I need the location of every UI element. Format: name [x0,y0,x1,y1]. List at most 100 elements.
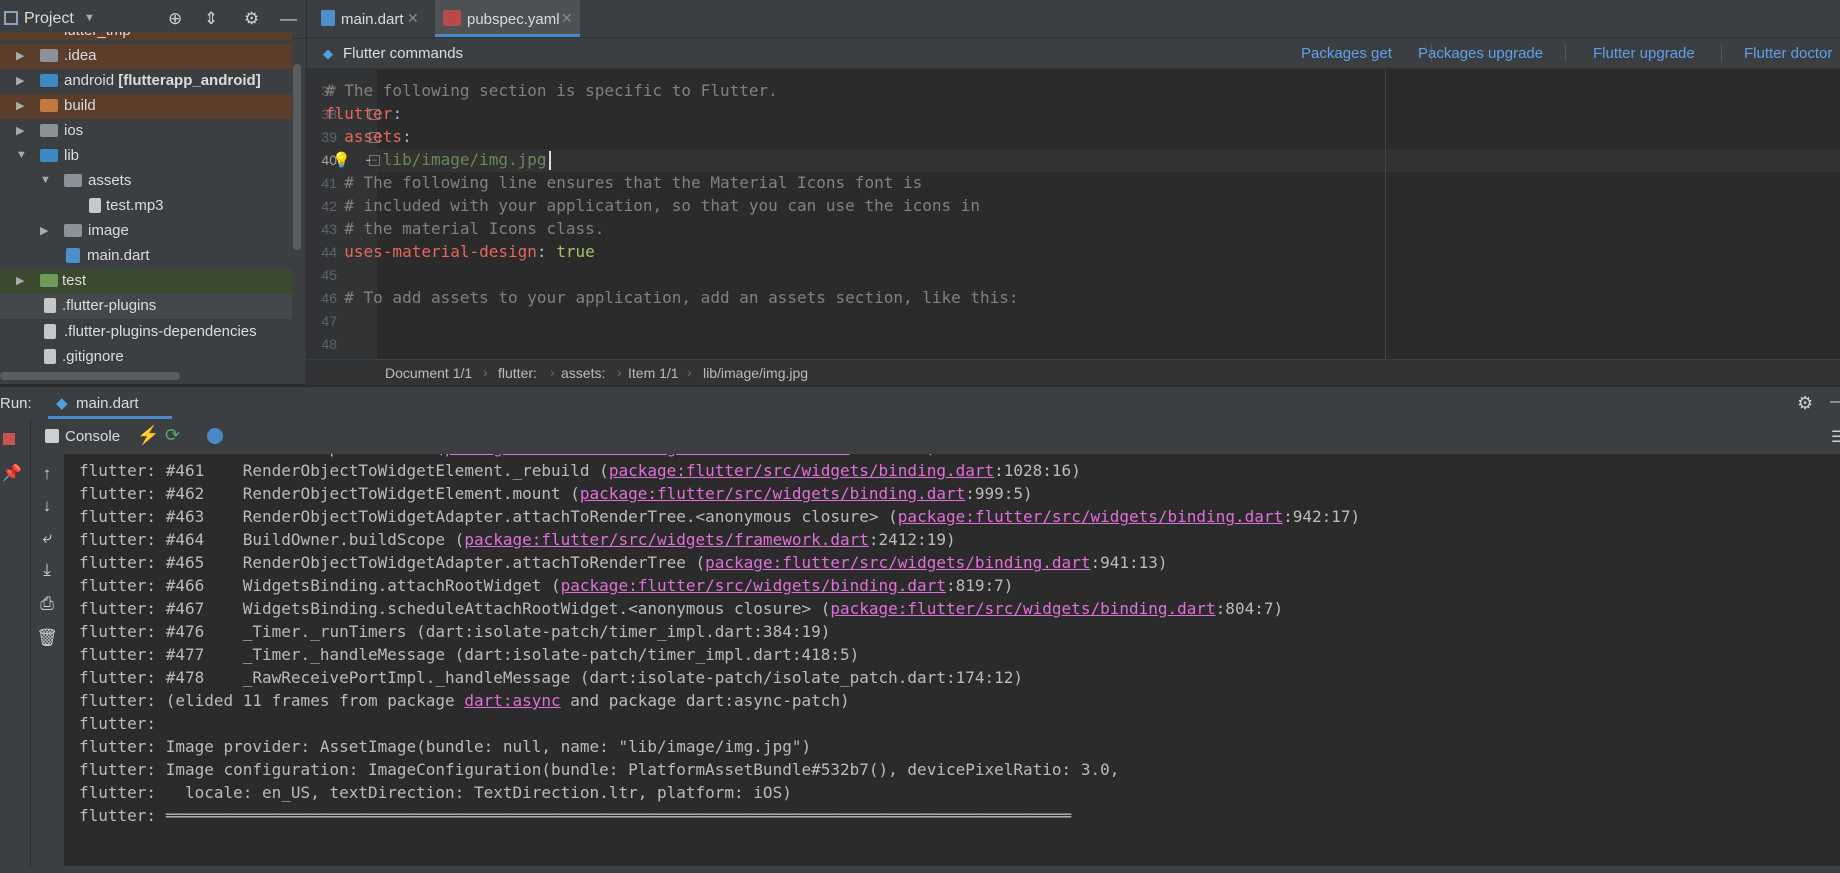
file-icon [89,198,101,213]
console-output[interactable]: flutter: #460 Element.updateChild (packa… [65,454,1840,873]
console-link[interactable]: package:flutter/src/widgets/binding.dart [830,599,1215,618]
flutter-upgrade-link[interactable]: Flutter upgrade [1593,45,1695,62]
code-line: flutter: [325,104,403,123]
console-link[interactable]: package:flutter/src/widgets/binding.dart [898,507,1283,526]
hot-reload-icon[interactable]: ⚡ [137,425,159,446]
flutter-icon: ◆ [323,46,333,61]
collapse-arrow-icon[interactable]: ▼ [40,174,51,186]
minimize-icon[interactable]: — [280,9,297,29]
packages-get-link[interactable]: Packages get [1301,45,1392,62]
tree-row-lib[interactable]: ▼ lib [0,144,292,169]
minimize-icon[interactable]: — [1830,393,1840,411]
dart-file-icon [321,10,335,26]
tree-label: lutter_tmp [64,32,131,39]
gear-icon[interactable]: ⚙ [244,9,259,29]
tree-row-test-mp3[interactable]: test.mp3 [0,194,292,219]
expand-arrow-icon[interactable]: ▶ [16,74,24,87]
console-link[interactable]: dart:async [464,691,560,710]
close-icon[interactable]: ✕ [561,10,573,27]
console-line: flutter: #476 _Timer._runTimers (dart:is… [79,622,831,641]
collapse-arrow-icon[interactable]: ▼ [16,149,27,161]
tree-label: test.mp3 [106,197,164,214]
stop-icon[interactable] [3,433,15,445]
chevron-down-icon[interactable]: ▼ [84,12,95,24]
sidebar-horizontal-scrollbar[interactable] [0,372,180,380]
run-tab-main-dart[interactable]: ◆ main.dart [48,387,172,419]
console-link[interactable]: package:flutter/src/widgets/binding.dart [580,484,965,503]
console-toolbar: Console ⚡ ⟳ ☰ [31,419,1840,454]
devtools-icon[interactable] [207,428,223,444]
tree-row-gitignore[interactable]: .gitignore [0,345,292,370]
console-line: flutter: #460 Element.updateChild (packa… [79,454,936,457]
console-line: flutter: [79,714,157,733]
tree-row-flutter-plugins-dependencies[interactable]: .flutter-plugins-dependencies [0,320,292,345]
console-link[interactable]: package:flutter/src/widgets/binding.dart [609,461,994,480]
close-icon[interactable]: ✕ [407,10,419,27]
console-link[interactable]: package:flutter/src/widgets/framework.da… [464,530,869,549]
tree-row-android[interactable]: ▶ android [flutterapp_android] [0,69,292,94]
locate-icon[interactable]: ⊕ [168,9,182,29]
console-line: flutter: #478 _RawReceivePortImpl._handl… [79,668,1024,687]
breadcrumb-item[interactable]: assets: [561,365,605,381]
tree-row-assets[interactable]: ▼ assets [0,169,292,194]
tree-label: ios [64,122,84,139]
code-editor[interactable]: 37 38 39 40 41 42 43 44 45 46 47 48 − − … [307,69,1840,359]
packages-upgrade-link[interactable]: Packages upgrade [1418,45,1543,62]
code-line: - lib/image/img.jpg [325,150,547,169]
trash-icon[interactable]: 🗑 [36,628,58,648]
tab-pubspec-yaml[interactable]: pubspec.yaml ✕ [435,0,580,37]
tree-row-build[interactable]: ▶ build [0,94,292,119]
file-icon [44,298,56,313]
arrow-down-icon[interactable]: ↓ [36,496,58,516]
project-panel-title[interactable]: Project [24,10,74,28]
dart-file-icon [66,248,80,263]
tab-main-dart[interactable]: main.dart ✕ [307,0,427,37]
breadcrumb: Document 1/1 › flutter: › assets: › Item… [307,359,1840,385]
layout-icon[interactable]: ☰ [1831,427,1840,447]
console-line: flutter: #463 RenderObjectToWidgetAdapte… [79,507,1361,526]
breadcrumb-item[interactable]: flutter: [498,365,537,381]
run-side-toolbar: 📌 [0,419,31,873]
breadcrumb-item[interactable]: Document 1/1 [385,365,472,381]
tree-label: assets [88,172,132,189]
breadcrumb-separator: › [687,364,692,380]
console-link[interactable]: package:flutter/src/widgets/framework.da… [445,454,850,457]
expand-arrow-icon[interactable]: ▶ [16,274,24,287]
console-line: flutter: locale: en_US, textDirection: T… [79,783,792,802]
tree-row-image[interactable]: ▶ image [0,219,292,244]
breadcrumb-item[interactable]: Item 1/1 [628,365,679,381]
project-view-icon [4,11,18,25]
expand-arrow-icon[interactable]: ▶ [40,224,48,237]
gear-icon[interactable]: ⚙ [1797,393,1813,414]
code-line: # included with your application, so tha… [325,196,981,215]
tree-label: .flutter-plugins [62,297,157,314]
collapse-all-icon[interactable]: ⇕ [204,9,218,29]
expand-arrow-icon[interactable]: ▶ [16,99,24,112]
tree-label: lib [64,147,80,164]
tree-row-main-dart[interactable]: main.dart [0,244,292,269]
flutter-doctor-link[interactable]: Flutter doctor [1744,45,1832,62]
breadcrumb-item[interactable]: lib/image/img.jpg [703,365,808,381]
console-line: flutter: #461 RenderObjectToWidgetElemen… [79,461,1081,480]
console-link[interactable]: package:flutter/src/widgets/binding.dart [561,576,946,595]
tree-label: build [64,97,96,114]
soft-wrap-icon[interactable]: ⤶ [36,528,58,548]
tree-row-test[interactable]: ▶ test [0,269,292,294]
tree-row-ios[interactable]: ▶ ios [0,119,292,144]
scroll-to-end-icon[interactable]: ⤓ [36,560,58,580]
print-icon[interactable]: ⎙ [36,594,58,614]
expand-arrow-icon[interactable]: ▶ [16,124,24,137]
tree-row-lutter-tmp[interactable]: lutter_tmp [0,32,292,40]
pin-icon[interactable]: 📌 [2,463,22,483]
arrow-up-icon[interactable]: ↑ [36,464,58,484]
sidebar-vertical-scrollbar[interactable] [293,64,301,250]
console-link[interactable]: package:flutter/src/widgets/binding.dart [705,553,1090,572]
tree-row-idea[interactable]: ▶ .idea [0,44,292,69]
console-line: flutter: #464 BuildOwner.buildScope (pac… [79,530,956,549]
tree-row-flutter-plugins[interactable]: .flutter-plugins [0,294,292,319]
code-line: # the material Icons class. [325,219,605,238]
right-margin-guide [1385,69,1386,359]
hot-restart-icon[interactable]: ⟳ [165,425,180,446]
yaml-file-icon [443,10,461,26]
expand-arrow-icon[interactable]: ▶ [16,49,24,62]
